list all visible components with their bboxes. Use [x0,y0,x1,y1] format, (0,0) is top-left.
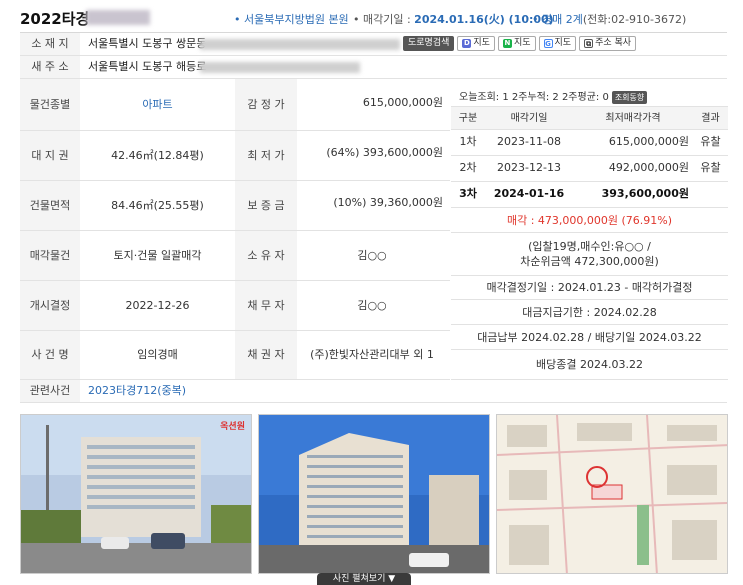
bid-row: 1차 2023-11-08 615,000,000원 유찰 [451,130,728,156]
location-label: 소 재 지 [20,33,80,55]
street-photo[interactable]: 옥션원 [20,414,252,574]
detail-label: 채 무 자 [235,281,297,330]
department-label[interactable]: • 경매 2계 [532,13,583,26]
map-buttons: 도로명검색 D 지도 N 지도 G 지도 ⧉ 주소 복사 [403,36,637,51]
naver-map-icon: N [502,39,512,48]
building-area: 84.46㎡(25.55평) [111,199,204,212]
creditor: (주)한빛자산관리대부 외 1 [310,348,434,361]
related-case-link[interactable]: 2023타경712(중복) [88,380,186,402]
road-name-search-button[interactable]: 도로명검색 [403,36,455,51]
detail-label: 최 저 가 [235,131,297,180]
detail-label: 채 권 자 [235,331,297,379]
sale-date-label: • 매각기일 : [353,13,415,26]
address-section: 소 재 지 서울특별시 도봉구 쌍문동 도로명검색 D 지도 N 지도 G 지도 ⧉ 주… [20,32,727,79]
address-redacted [200,39,400,50]
watermark-logo: 옥션원 [220,422,245,432]
detail-row: 매각물건 토지·건물 일괄매각 소 유 자 김○○ [20,231,450,281]
case-header: 2022타경 • 서울북부지방법원 본원 • 매각기일 : 2024.01.16… [0,0,743,34]
copy-address-button[interactable]: ⧉ 주소 복사 [579,36,637,51]
case-type: 임의경매 [137,348,178,361]
naver-map-button[interactable]: N 지도 [497,36,536,51]
payment-done: 대금납부 2024.02.28 / 배당기일 2024.03.22 [451,325,728,350]
detail-row: 건물면적 84.46㎡(25.55평) 보 증 금 (10%) 39,360,0… [20,181,450,231]
minimum-price: (64%) 393,600,000원 [326,146,443,159]
new-address-value: 서울특별시 도봉구 해등로 [88,60,207,73]
detail-row: 물건종별 아파트 감 정 가 615,000,000원 [20,79,450,131]
daum-map-button[interactable]: D 지도 [457,36,495,51]
expand-photos-button[interactable]: 사진 펼쳐보기 ▼ [317,573,411,585]
sale-decision: 매각결정기일 : 2024.01.23 - 매각허가결정 [451,276,728,300]
detail-label: 물건종별 [20,79,80,130]
appraisal-value: 615,000,000원 [362,96,443,109]
court-name[interactable]: • 서울북부지방법원 본원 [234,11,349,27]
detail-label: 매각물건 [20,231,80,280]
detail-label: 개시결정 [20,281,80,330]
deposit: (10%) 39,360,000원 [333,196,443,209]
building-photo[interactable] [258,414,490,574]
view-stats-text: 오늘조회: 1 2주누적: 2 2주평균: 0 [459,92,609,103]
property-type[interactable]: 아파트 [80,79,235,130]
location-row: 소 재 지 서울특별시 도봉구 쌍문동 도로명검색 D 지도 N 지도 G 지도 ⧉ 주… [20,33,727,56]
sold-price: 매각 : 473,000,000원 (76.91%) [451,208,728,233]
sale-object: 토지·건물 일괄매각 [113,249,202,262]
debtor: 김○○ [357,299,387,312]
case-number-redacted [86,10,150,25]
view-stats: 오늘조회: 1 2주누적: 2 2주평균: 0 조회동향 [459,88,648,104]
department-phone: (전화:02-910-3672) [582,13,687,26]
land-area: 42.46㎡(12.84평) [111,149,204,162]
google-map-icon: G [543,39,553,48]
detail-label: 소 유 자 [235,231,297,280]
owner: 김○○ [357,249,387,262]
commencement-date: 2022-12-26 [125,299,190,312]
detail-label: 감 정 가 [235,79,297,130]
google-map-button[interactable]: G 지도 [538,36,577,51]
dividend-done: 배당종결 2024.03.22 [451,350,728,380]
sale-date: • 매각기일 : 2024.01.16(火) (10:00) [353,11,554,27]
new-address-row: 새 주 소 서울특별시 도봉구 해등로 [20,56,727,79]
detail-row: 사 건 명 임의경매 채 권 자 (주)한빛자산관리대부 외 1 [20,331,450,380]
new-address-redacted [200,62,360,73]
location-map[interactable] [496,414,728,574]
bid-row: 2차 2023-12-13 492,000,000원 유찰 [451,156,728,182]
detail-row: 대 지 권 42.46㎡(12.84평) 최 저 가 (64%) 393,600… [20,131,450,181]
location-value: 서울특별시 도봉구 쌍문동 [88,37,207,50]
bid-row-current: 3차 2024-01-16 393,600,000원 [451,182,728,208]
department: • 경매 2계(전화:02-910-3672) [532,11,686,27]
related-case-row: 관련사건 2023타경712(중복) [20,380,727,403]
detail-label: 보 증 금 [235,181,297,230]
copy-icon: ⧉ [584,39,594,48]
detail-label: 사 건 명 [20,331,80,379]
detail-label: 건물면적 [20,181,80,230]
new-address-label: 새 주 소 [20,56,80,78]
view-trend-button[interactable]: 조회동향 [611,91,648,104]
payment-deadline: 대금지급기한 : 2024.02.28 [451,300,728,325]
bidders-info: (입찰19명,매수인:유○○ / 차순위금액 472,300,000원) [451,233,728,276]
bid-table-header: 구분 매각기일 최저매각가격 결과 [451,106,728,130]
detail-row: 개시결정 2022-12-26 채 무 자 김○○ [20,281,450,331]
detail-label: 대 지 권 [20,131,80,180]
related-case-label: 관련사건 [20,380,80,402]
daum-map-icon: D [462,39,472,48]
case-number: 2022타경 [20,10,90,28]
photo-gallery: 옥션원 [20,414,728,582]
